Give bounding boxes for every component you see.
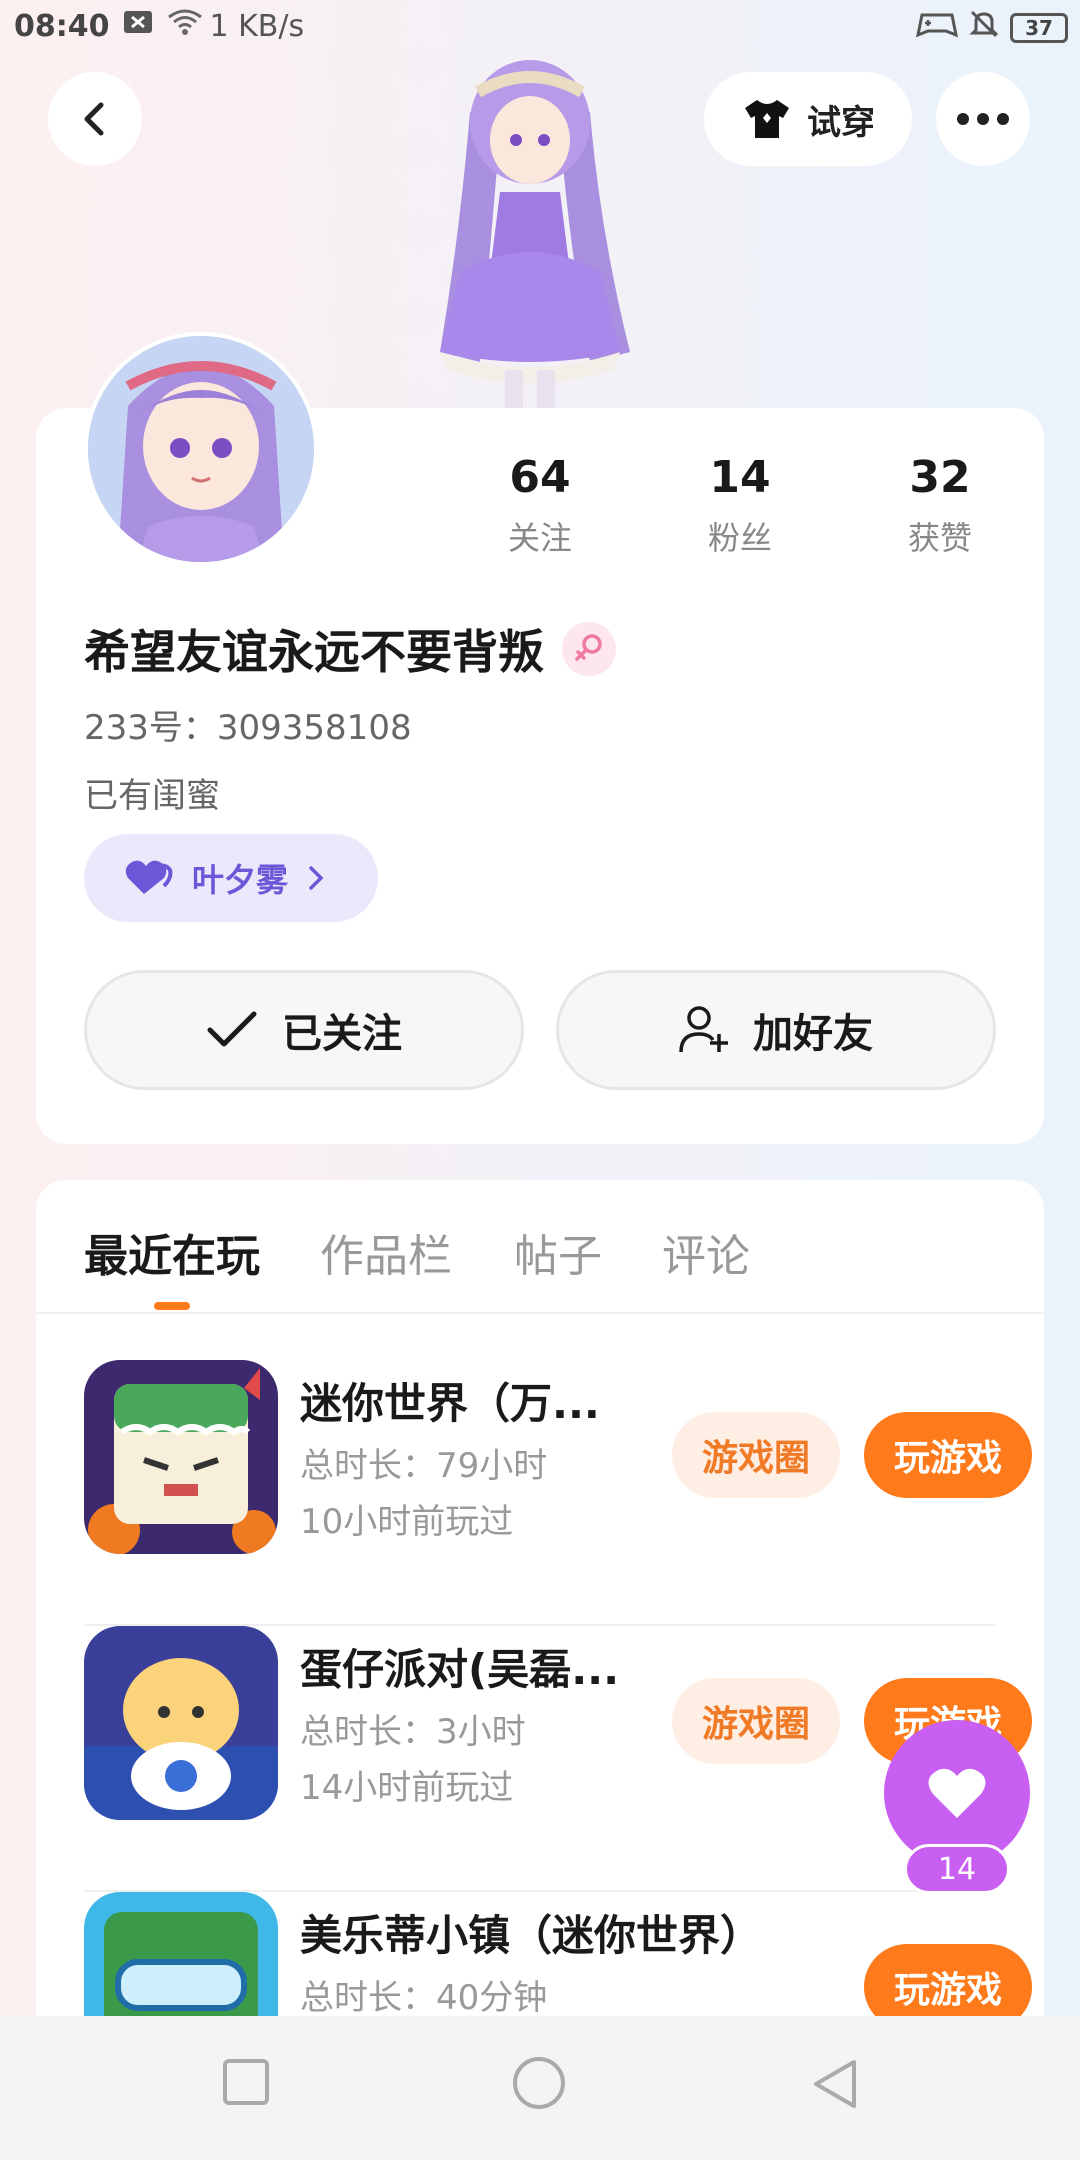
list-item[interactable]: 迷你世界（万... 总时长：79小时 10小时前玩过 游戏圈 玩游戏 [84, 1360, 1044, 1626]
game-icon-image [84, 1360, 278, 1554]
battery-indicator: 37 [1010, 13, 1068, 43]
tryon-label: 试穿 [807, 102, 875, 143]
tryon-button[interactable]: 试穿 [704, 72, 912, 166]
stat-fans-label: 粉丝 [707, 519, 772, 557]
play-game-button[interactable]: 玩游戏 [864, 1412, 1032, 1498]
game-name: 迷你世界（万... [300, 1379, 600, 1428]
followed-button[interactable]: 已关注 [84, 970, 524, 1090]
bell-off-icon [968, 8, 1000, 48]
stat-fans-num: 14 [709, 452, 771, 503]
stat-likes-label: 获赞 [907, 519, 972, 557]
game-circle-button[interactable]: 游戏圈 [672, 1412, 840, 1498]
tab-underline [154, 1302, 190, 1310]
triangle-back-icon [814, 2060, 856, 2108]
home-button[interactable] [512, 2056, 566, 2114]
game-total-time: 总时长：3小时 [300, 1712, 526, 1752]
user-id: 233号：309358108 [84, 708, 412, 748]
bestie-status: 已有闺蜜 [84, 776, 220, 816]
game-name: 蛋仔派对(吴磊... [300, 1645, 620, 1694]
tab-posts[interactable]: 帖子 [514, 1220, 602, 1284]
game-name: 美乐蒂小镇（迷你世界） [300, 1911, 763, 1960]
avatar[interactable] [84, 332, 318, 566]
game-circle-button[interactable]: 游戏圈 [672, 1678, 840, 1764]
stat-following-num: 64 [509, 452, 571, 503]
add-user-icon [679, 1006, 728, 1053]
stat-fans[interactable]: 14 粉丝 [640, 452, 840, 559]
game-last-played: 14小时前玩过 [300, 1768, 514, 1808]
net-speed: 1 KB/s [209, 8, 305, 44]
gamepad-icon [915, 9, 959, 47]
heart-icon [125, 860, 173, 894]
more-button[interactable] [936, 72, 1030, 166]
character-figure-image [400, 52, 660, 412]
stat-likes[interactable]: 32 获赞 [840, 452, 1040, 559]
wifi-icon [166, 7, 204, 45]
followed-label: 已关注 [282, 1011, 402, 1057]
game-total-time: 总时长：79小时 [300, 1446, 548, 1486]
username-text: 希望友谊永远不要背叛 [84, 625, 544, 679]
add-friend-button[interactable]: 加好友 [556, 970, 996, 1090]
check-icon [207, 1011, 257, 1047]
status-bar: 08:40 1 KB/s 37 [0, 0, 1080, 52]
system-nav-bar [0, 2016, 1080, 2160]
game-total-time: 总时长：40分钟 [300, 1978, 548, 2018]
tab-bar: 最近在玩 作品栏 帖子 评论 [36, 1180, 1044, 1314]
status-time: 08:40 [14, 8, 110, 44]
chevron-left-icon [84, 102, 104, 136]
notification-icon [122, 8, 154, 44]
add-friend-label: 加好友 [753, 1011, 873, 1057]
content-card: 最近在玩 作品栏 帖子 评论 迷你世界（万... 总时长：79小时 10小时前玩… [36, 1180, 1044, 2160]
square-icon [223, 2059, 269, 2105]
more-dots-icon [957, 113, 1009, 125]
back-nav-button[interactable] [810, 2058, 858, 2114]
profile-stats: 64 关注 14 粉丝 32 获赞 [440, 452, 1040, 559]
tab-comments[interactable]: 评论 [662, 1220, 750, 1284]
tab-works[interactable]: 作品栏 [320, 1220, 452, 1284]
back-button[interactable] [48, 72, 142, 166]
username: 希望友谊永远不要背叛 [84, 616, 616, 682]
like-count: 14 [904, 1844, 1010, 1894]
female-gender-icon [562, 622, 616, 676]
recent-apps-button[interactable] [222, 2058, 270, 2110]
stat-likes-num: 32 [909, 452, 971, 503]
game-icon-image [84, 1626, 278, 1820]
bestie-name: 叶夕雾 [192, 861, 289, 899]
stat-following-label: 关注 [507, 519, 572, 557]
tshirt-icon [745, 100, 789, 138]
circle-icon [513, 2057, 565, 2109]
bestie-chip[interactable]: 叶夕雾 [84, 834, 378, 922]
chevron-right-icon [309, 866, 324, 890]
tab-recent-played[interactable]: 最近在玩 [84, 1220, 260, 1284]
heart-icon [928, 1768, 986, 1818]
game-last-played: 10小时前玩过 [300, 1502, 514, 1542]
stat-following[interactable]: 64 关注 [440, 452, 640, 559]
